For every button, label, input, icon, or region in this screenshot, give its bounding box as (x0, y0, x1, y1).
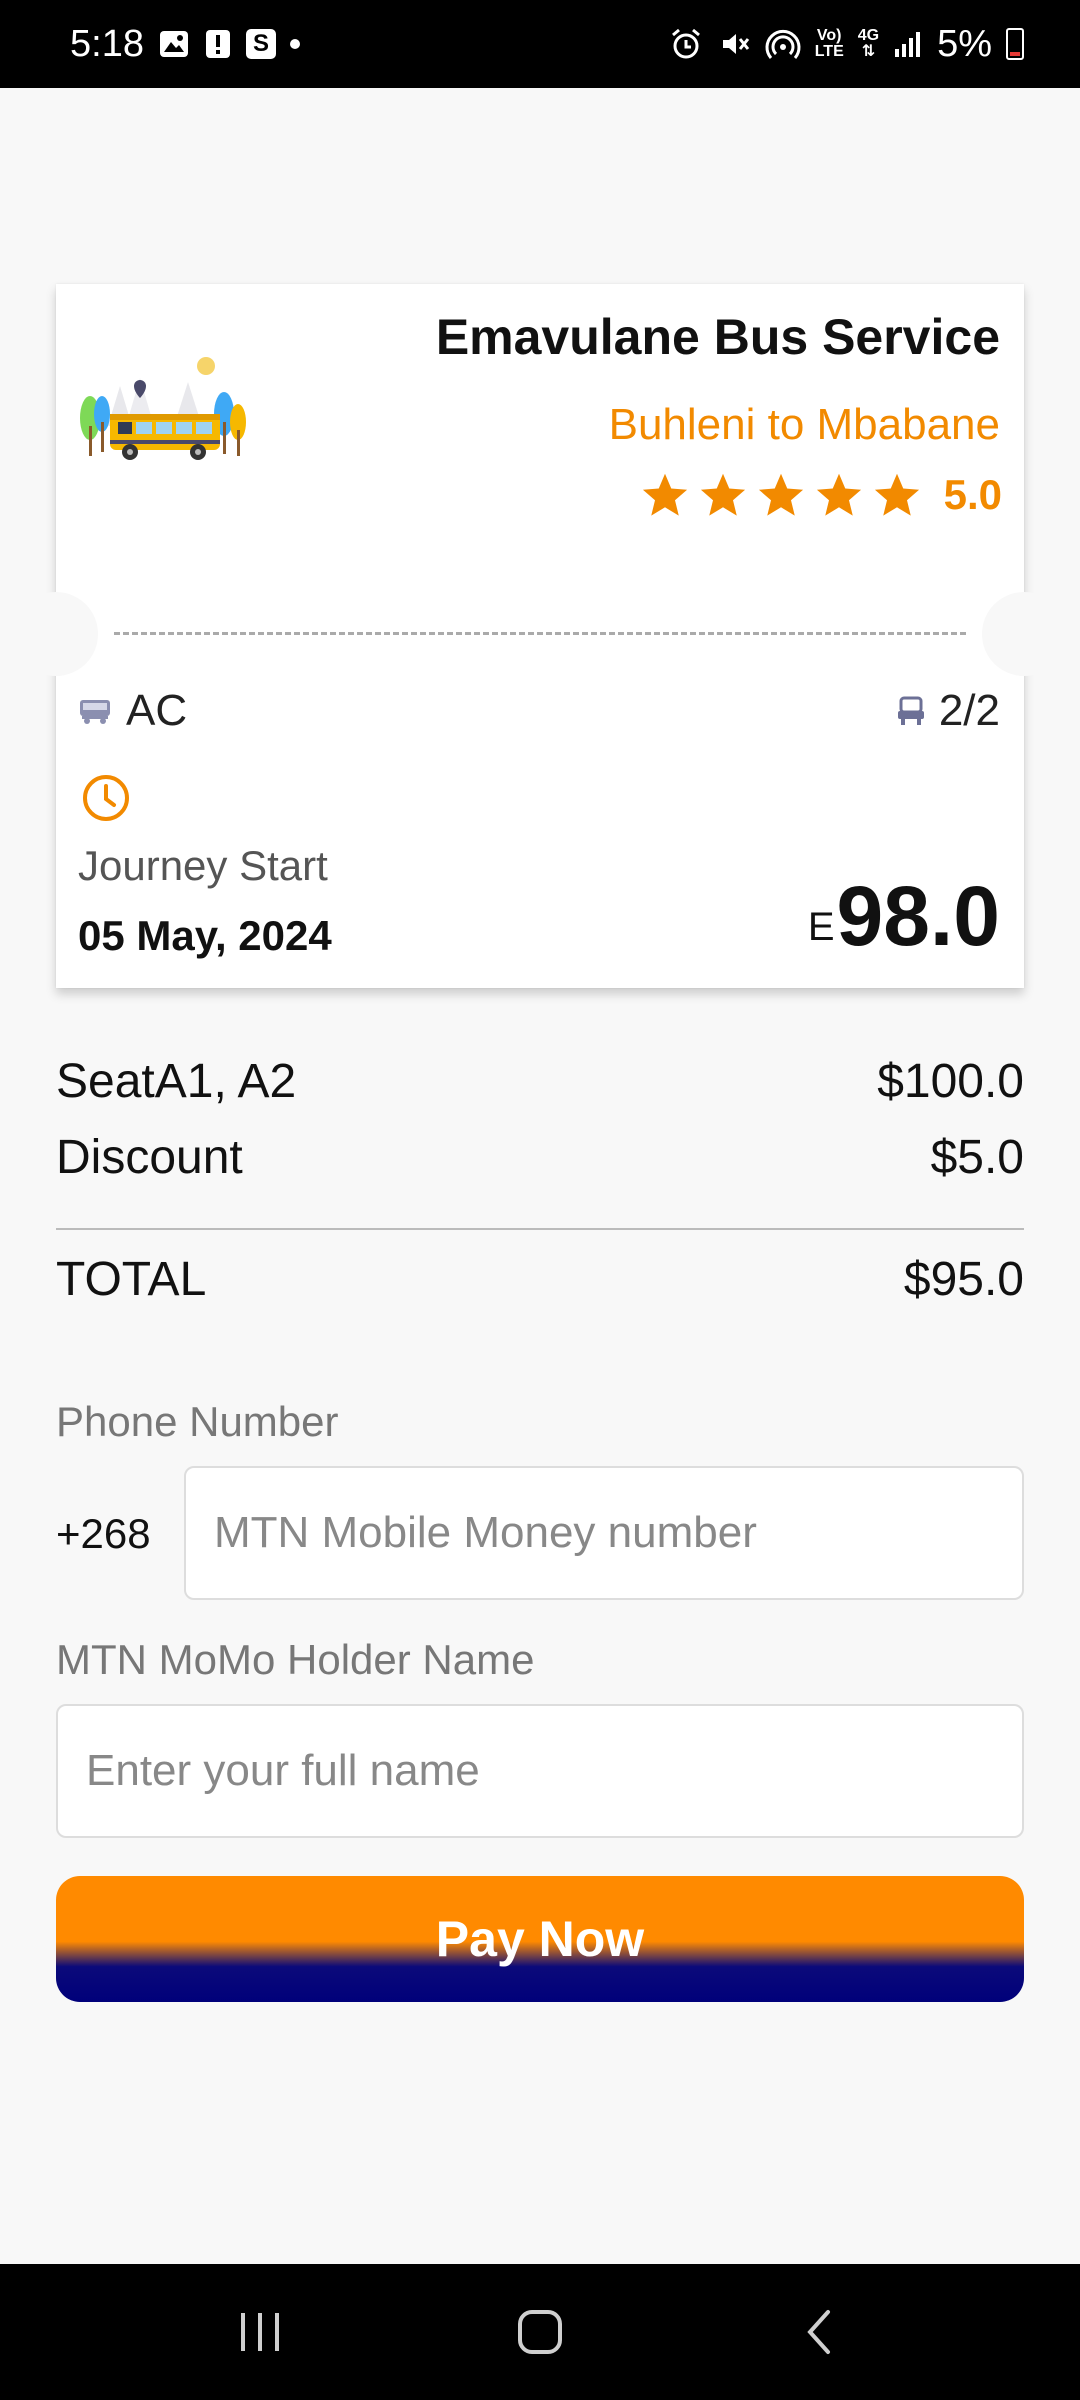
volte-icon: Vo) LTE (814, 27, 844, 60)
star-icon (758, 473, 803, 516)
battery-percent: 5% (937, 22, 992, 65)
price-currency: E (807, 905, 835, 949)
status-time: 5:18 (70, 22, 144, 65)
holder-name-label: MTN MoMo Holder Name (56, 1636, 535, 1683)
total-amount: $95.0 (903, 1253, 1024, 1306)
summary-divider (56, 1228, 1024, 1230)
s-app-icon: S (245, 29, 276, 59)
phone-number-input[interactable] (184, 1466, 1024, 1600)
bus-illustration-icon (80, 357, 246, 460)
back-icon (807, 2310, 830, 2354)
seat-icon (897, 696, 924, 725)
battery-icon (1006, 28, 1024, 60)
star-icon (816, 473, 861, 516)
seats-info: 2/2 (895, 686, 1000, 736)
seat-row: SeatA1, A2 $100.0 (56, 1054, 1024, 1109)
pay-now-button[interactable]: Pay Now (56, 1876, 1024, 2002)
operator-name: Emavulane Bus Service (435, 309, 1000, 365)
ac-label: AC (126, 686, 188, 735)
recent-apps-button[interactable] (200, 2282, 320, 2382)
back-button[interactable] (760, 2282, 880, 2382)
home-button[interactable] (480, 2282, 600, 2382)
discount-row: Discount $5.0 (56, 1130, 1024, 1185)
more-notifications-dot-icon (289, 39, 300, 49)
star-icon (642, 473, 687, 516)
discount-amount: $5.0 (930, 1131, 1024, 1184)
ticket-notch-right (982, 592, 1066, 676)
route-name: Buhleni to Mbabane (608, 400, 1000, 449)
bus-ac-icon (80, 700, 110, 724)
ticket-card[interactable]: Emavulane Bus Service Buhleni to Mbabane… (14, 284, 1066, 988)
rating: 5.0 (640, 470, 1002, 520)
discount-label: Discount (56, 1131, 243, 1184)
ticket-divider (114, 632, 966, 635)
signal-icon (893, 29, 923, 59)
clock-icon (83, 775, 129, 821)
navigation-bar (0, 2264, 1080, 2400)
alarm-icon (669, 27, 703, 61)
status-bar-right: Vo) LTE 4G ⇅ 5% (669, 23, 1024, 66)
seats-count: 2/2 (938, 686, 1000, 735)
country-code: +268 (56, 1510, 151, 1557)
mute-icon (717, 27, 751, 61)
seat-label: SeatA1, A2 (56, 1055, 297, 1108)
ticket-notch-left (14, 592, 98, 676)
total-label: TOTAL (56, 1253, 207, 1306)
home-icon (518, 2310, 562, 2354)
price-value: 98.0 (836, 869, 1001, 963)
ac-info: AC (78, 686, 187, 736)
recent-apps-icon (241, 2313, 279, 2351)
seat-amount: $100.0 (877, 1055, 1024, 1108)
holder-name-input[interactable] (56, 1704, 1024, 1838)
journey-start-label: Journey Start (78, 842, 328, 889)
star-icon (874, 473, 919, 516)
hotspot-icon (765, 27, 801, 61)
network-4g-icon: 4G ⇅ (857, 27, 880, 60)
phone-number-label: Phone Number (56, 1398, 339, 1445)
alert-icon (204, 28, 232, 60)
ticket-price: E 98.0 (808, 874, 1000, 958)
status-bar: 5:18 S Vo) LTE 4G ⇅ 5% (0, 0, 1080, 88)
gallery-icon (158, 28, 190, 60)
rating-value: 5.0 (943, 471, 1002, 518)
status-bar-left: 5:18 S (70, 23, 300, 66)
star-icon (700, 473, 745, 516)
total-row: TOTAL $95.0 (56, 1252, 1024, 1307)
journey-date: 05 May, 2024 (78, 912, 332, 959)
